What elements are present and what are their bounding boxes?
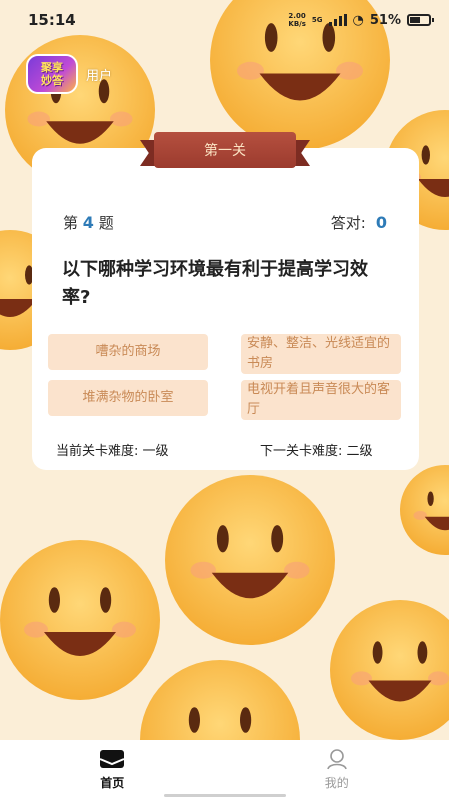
bottom-tab-bar: 首页 我的 bbox=[0, 740, 449, 800]
smiley-face bbox=[0, 540, 160, 700]
network-type: 5G bbox=[311, 16, 323, 24]
battery-icon bbox=[407, 14, 434, 26]
user-header: 聚享 妙答 用户 bbox=[26, 54, 112, 94]
tab-profile-label: 我的 bbox=[324, 776, 349, 790]
home-icon bbox=[99, 750, 125, 768]
tab-home-label: 首页 bbox=[100, 776, 125, 790]
home-indicator bbox=[164, 794, 286, 797]
correct-count: 答对: 0 bbox=[330, 213, 387, 232]
status-icons: 2.00 KB/s 5G ◔ 51% bbox=[288, 12, 434, 28]
level-title: 第一关 bbox=[154, 132, 296, 168]
next-difficulty: 下一关卡难度: 二级 bbox=[260, 444, 373, 459]
tab-home[interactable]: 首页 bbox=[62, 740, 162, 800]
smiley-face bbox=[140, 660, 300, 740]
battery-percent: 51% bbox=[369, 12, 401, 28]
wifi-icon: ◔ bbox=[352, 12, 364, 28]
smiley-face bbox=[165, 475, 335, 645]
signal-icon bbox=[328, 14, 347, 26]
option-1-button[interactable]: 嘈杂的商场 bbox=[48, 334, 208, 370]
status-bar: 15:14 2.00 KB/s 5G ◔ 51% bbox=[0, 0, 449, 40]
profile-icon bbox=[326, 749, 347, 770]
option-4-button[interactable]: 电视开着且声音很大的客厅 bbox=[241, 380, 401, 420]
user-name: 用户 bbox=[86, 68, 113, 84]
level-ribbon: 第一关 bbox=[140, 132, 310, 168]
option-2-button[interactable]: 安静、整洁、光线适宜的书房 bbox=[241, 334, 401, 374]
status-time: 15:14 bbox=[28, 11, 76, 29]
current-difficulty: 当前关卡难度: 一级 bbox=[56, 444, 169, 459]
network-speed: 2.00 KB/s bbox=[288, 12, 306, 28]
question-text: 以下哪种学习环境最有利于提高学习效率? bbox=[62, 259, 368, 308]
tab-profile[interactable]: 我的 bbox=[287, 740, 387, 800]
smiley-face bbox=[330, 600, 449, 740]
app-logo[interactable]: 聚享 妙答 bbox=[26, 54, 78, 94]
option-3-button[interactable]: 堆满杂物的卧室 bbox=[48, 380, 208, 416]
question-number: 第 4 题 bbox=[63, 213, 114, 232]
smiley-face bbox=[400, 465, 449, 555]
